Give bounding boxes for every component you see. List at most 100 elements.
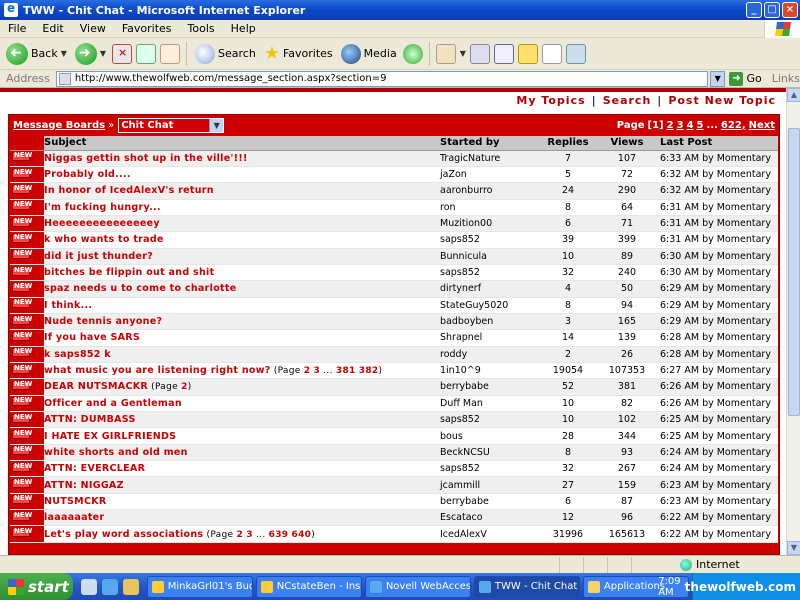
topic-started-by[interactable]: saps852 xyxy=(440,460,538,478)
topic-started-by[interactable]: Bunnicula xyxy=(440,248,538,265)
section-select[interactable]: Chit Chat ▼ xyxy=(118,117,225,133)
topic-last-post[interactable]: 6:30 AM by Momentary xyxy=(656,248,778,265)
topic-link[interactable]: what music you are listening right now? xyxy=(44,365,271,376)
topic-link[interactable]: bitches be flippin out and shit xyxy=(44,267,214,278)
topic-link[interactable]: white shorts and old men xyxy=(44,447,188,458)
topic-started-by[interactable]: bous xyxy=(440,427,538,445)
topic-last-post[interactable]: 6:30 AM by Momentary xyxy=(656,264,778,282)
messenger-icon[interactable] xyxy=(541,43,562,64)
pager-link-5[interactable]: 5 xyxy=(697,120,704,131)
topic-started-by[interactable]: Shrapnel xyxy=(440,329,538,347)
research-icon[interactable] xyxy=(565,43,586,64)
maximize-button[interactable]: □ xyxy=(764,2,780,18)
topic-link[interactable]: Heeeeeeeeeeeeeeey xyxy=(44,218,160,229)
topic-link[interactable]: I think... xyxy=(44,300,92,311)
topic-last-post[interactable]: 6:24 AM by Momentary xyxy=(656,444,778,462)
topic-started-by[interactable]: aaronburro xyxy=(440,182,538,200)
edit-icon[interactable] xyxy=(493,43,514,64)
pager-link-2[interactable]: 2 xyxy=(667,120,674,131)
menu-tools[interactable]: Tools xyxy=(180,22,223,35)
topic-link[interactable]: k who wants to trade xyxy=(44,234,164,245)
topic-started-by[interactable]: berrybabe xyxy=(440,493,538,511)
topic-last-post[interactable]: 6:29 AM by Momentary xyxy=(656,313,778,331)
history-icon[interactable] xyxy=(402,43,423,64)
scroll-up-icon[interactable]: ▲ xyxy=(787,88,800,102)
topic-started-by[interactable]: saps852 xyxy=(440,411,538,429)
address-input[interactable]: http://www.thewolfweb.com/message_sectio… xyxy=(55,70,708,87)
post-new-topic-link[interactable]: Post New Topic xyxy=(668,94,776,107)
topic-started-by[interactable]: roddy xyxy=(440,346,538,363)
topic-link[interactable]: spaz needs u to come to charlotte xyxy=(44,283,236,294)
topic-link[interactable]: Niggas gettin shot up in the ville'!!! xyxy=(44,153,248,164)
mail-icon[interactable] xyxy=(435,43,456,64)
topic-started-by[interactable]: badboyben xyxy=(440,313,538,331)
media-button[interactable]: Media xyxy=(339,40,399,68)
topic-last-post[interactable]: 6:28 AM by Momentary xyxy=(656,346,778,363)
topic-last-post[interactable]: 6:33 AM by Momentary xyxy=(656,150,778,167)
pager-next[interactable]: Next xyxy=(749,120,775,131)
task-ncstateben[interactable]: NCstateBen - Ins... xyxy=(255,575,362,598)
topic-last-post[interactable]: 6:29 AM by Momentary xyxy=(656,280,778,298)
back-button[interactable]: Back ▼ xyxy=(4,40,69,68)
topic-last-post[interactable]: 6:26 AM by Momentary xyxy=(656,395,778,413)
search-button[interactable]: Search xyxy=(193,40,258,68)
topic-started-by[interactable]: 1in10^9 xyxy=(440,362,538,380)
topic-last-post[interactable]: 6:22 AM by Momentary xyxy=(656,525,778,543)
task-minkagrl[interactable]: MinkaGrl01's Bud... xyxy=(146,575,253,598)
messenger-quicklaunch-icon[interactable] xyxy=(122,578,139,595)
breadcrumb-message-boards[interactable]: Message Boards xyxy=(13,120,105,131)
topic-last-post[interactable]: 6:32 AM by Momentary xyxy=(656,182,778,200)
mail-dropdown-icon[interactable]: ▼ xyxy=(460,49,466,58)
topic-link[interactable]: DEAR NUTSMACKR xyxy=(44,381,148,392)
topic-link[interactable]: ATTN: EVERCLEAR xyxy=(44,463,145,474)
topic-started-by[interactable]: IcedAlexV xyxy=(440,525,538,543)
topic-last-post[interactable]: 6:28 AM by Momentary xyxy=(656,329,778,347)
topic-started-by[interactable]: StateGuy5020 xyxy=(440,297,538,314)
topic-page-link[interactable]: 381 xyxy=(336,366,356,376)
topic-page-link[interactable]: 2 xyxy=(304,366,311,376)
topic-started-by[interactable]: jcammill xyxy=(440,476,538,494)
print-icon[interactable] xyxy=(469,43,490,64)
pager-link-3[interactable]: 3 xyxy=(677,120,684,131)
forward-dropdown-icon[interactable]: ▼ xyxy=(100,49,106,58)
topic-last-post[interactable]: 6:24 AM by Momentary xyxy=(656,460,778,478)
column-last-post[interactable]: Last Post xyxy=(656,136,778,151)
topic-link[interactable]: If you have SARS xyxy=(44,332,140,343)
topic-link[interactable]: I'm fucking hungry... xyxy=(44,202,161,213)
links-toolbar[interactable]: Links xyxy=(772,72,800,85)
column-views[interactable]: Views xyxy=(598,136,656,151)
vertical-scrollbar[interactable]: ▲ ▼ xyxy=(786,88,800,555)
pager-link-4[interactable]: 4 xyxy=(687,120,694,131)
forward-button[interactable]: ▼ xyxy=(73,40,108,68)
topic-last-post[interactable]: 6:27 AM by Momentary xyxy=(656,362,778,380)
show-desktop-icon[interactable] xyxy=(80,578,97,595)
minimize-button[interactable]: _ xyxy=(746,2,762,18)
column-replies[interactable]: Replies xyxy=(538,136,598,151)
menu-favorites[interactable]: Favorites xyxy=(114,22,180,35)
close-button[interactable]: × xyxy=(782,2,798,18)
topic-page-link[interactable]: 639 xyxy=(269,530,289,540)
topic-started-by[interactable]: Muzition00 xyxy=(440,215,538,233)
topic-link[interactable]: k saps852 k xyxy=(44,349,111,360)
topic-started-by[interactable]: Duff Man xyxy=(440,395,538,413)
topic-link[interactable]: did it just thunder? xyxy=(44,251,153,262)
topic-started-by[interactable]: dirtynerf xyxy=(440,280,538,298)
topic-link[interactable]: Probably old.... xyxy=(44,169,131,180)
topic-last-post[interactable]: 6:23 AM by Momentary xyxy=(656,493,778,511)
topic-started-by[interactable]: saps852 xyxy=(440,231,538,249)
topic-started-by[interactable]: jaZon xyxy=(440,166,538,184)
address-dropdown-icon[interactable]: ▼ xyxy=(709,70,726,87)
topic-page-link[interactable]: 3 xyxy=(246,530,253,540)
topic-link[interactable]: I HATE EX GIRLFRIENDS xyxy=(44,431,176,442)
refresh-icon[interactable] xyxy=(136,43,157,64)
topic-link[interactable]: ATTN: NIGGAZ xyxy=(44,480,124,491)
start-button[interactable]: start xyxy=(0,573,73,600)
topic-started-by[interactable]: TragicNature xyxy=(440,150,538,167)
topic-link[interactable]: Officer and a Gentleman xyxy=(44,398,182,409)
topic-started-by[interactable]: ron xyxy=(440,199,538,216)
topic-page-link[interactable]: 3 xyxy=(314,366,321,376)
topic-last-post[interactable]: 6:22 AM by Momentary xyxy=(656,509,778,527)
topic-started-by[interactable]: berrybabe xyxy=(440,378,538,396)
menu-help[interactable]: Help xyxy=(223,22,264,35)
topic-started-by[interactable]: saps852 xyxy=(440,264,538,282)
